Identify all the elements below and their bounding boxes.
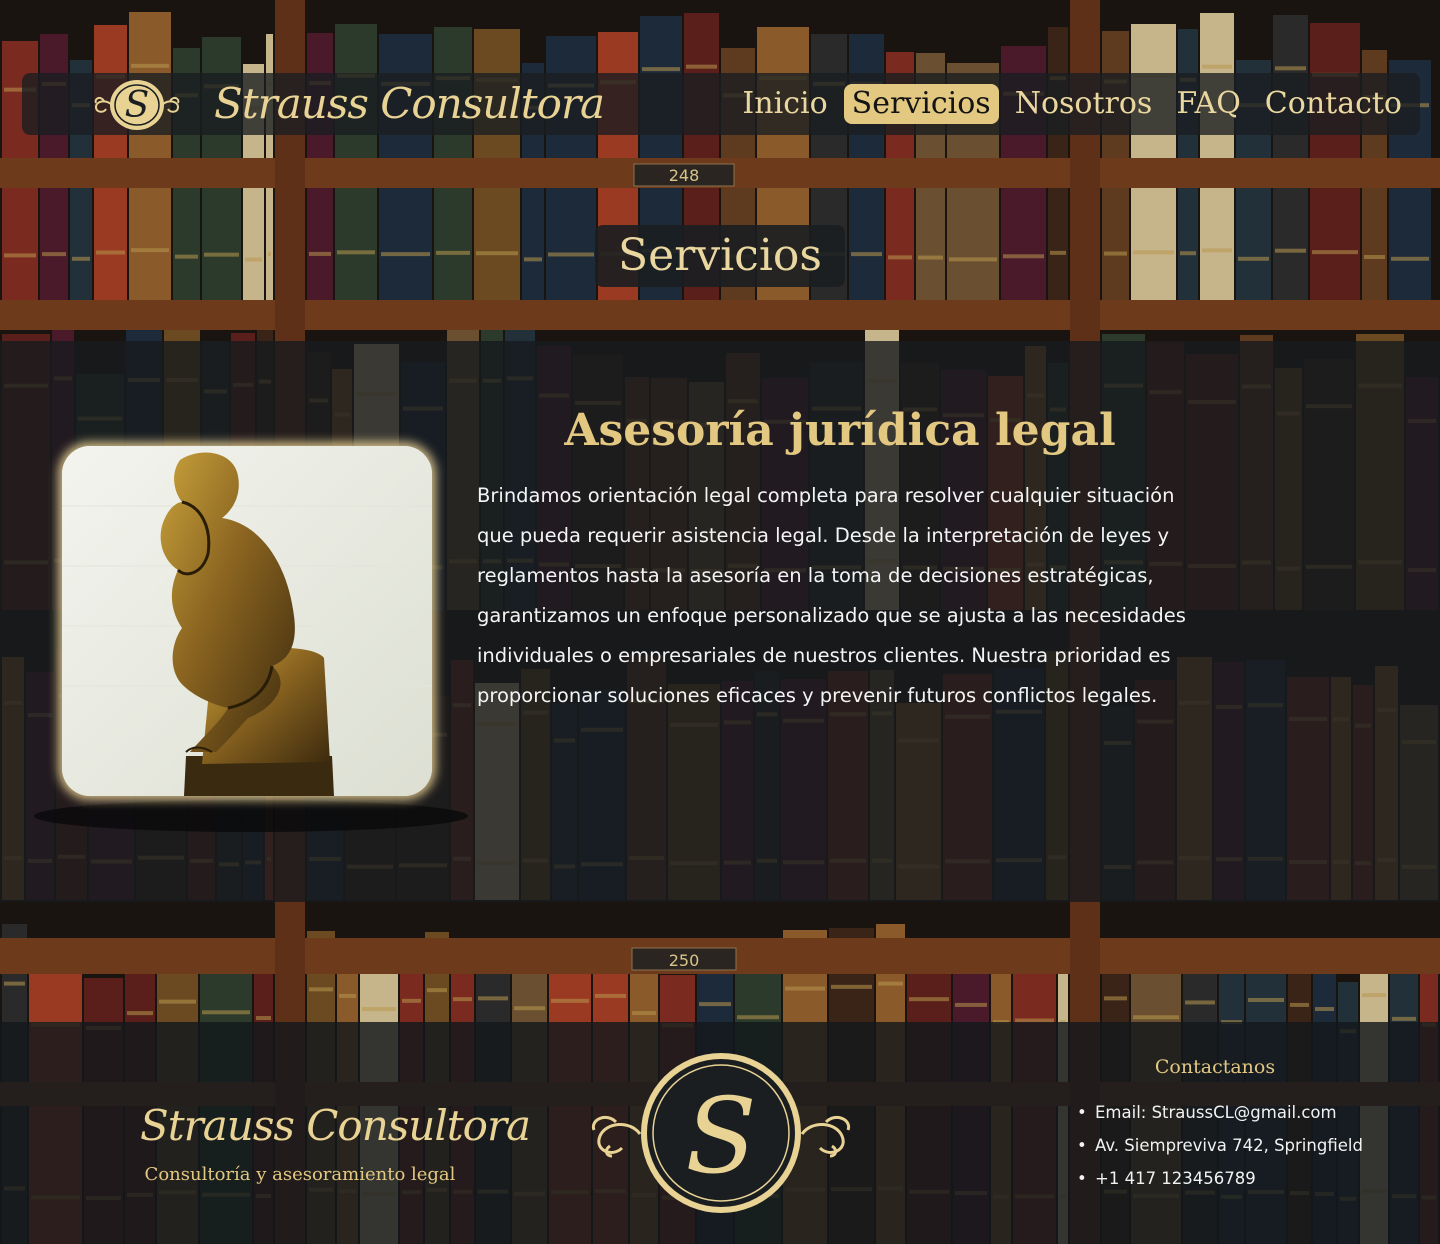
svg-text:248: 248 xyxy=(669,166,700,185)
book-band xyxy=(1238,256,1269,261)
book-spine xyxy=(129,12,171,300)
book-band xyxy=(96,250,125,255)
shelf-label-250: 250 xyxy=(631,947,737,971)
book-band xyxy=(699,1002,731,1007)
book-spine xyxy=(1273,15,1308,300)
book-band xyxy=(1275,66,1306,71)
book-band xyxy=(514,1006,545,1011)
page-title: Servicios xyxy=(595,225,845,287)
book-band xyxy=(72,256,90,261)
book-band xyxy=(202,1010,250,1015)
book-band xyxy=(642,67,680,72)
logo-icon[interactable]: S xyxy=(92,78,182,132)
book-band xyxy=(632,1011,656,1016)
svg-text:S: S xyxy=(125,85,150,126)
book-band xyxy=(453,997,472,1002)
book-band xyxy=(551,998,589,1003)
photo-shadow xyxy=(34,800,468,832)
book-band xyxy=(204,252,239,257)
book-band xyxy=(955,1002,987,1007)
book-band xyxy=(268,252,271,257)
book-band xyxy=(909,997,949,1002)
book-band xyxy=(1003,254,1044,259)
book-band xyxy=(4,253,36,258)
book-band xyxy=(476,251,518,256)
contact-heading: Contactanos xyxy=(1154,1056,1276,1078)
book-band xyxy=(1185,1000,1215,1005)
brand-name[interactable]: Strauss Consultora xyxy=(214,74,605,134)
book-band xyxy=(548,252,594,257)
book-band xyxy=(1275,248,1306,253)
book-band xyxy=(4,981,25,986)
contact-list: Email: StraussCL@gmail.com Av. Siemprevi… xyxy=(1077,1096,1417,1195)
nav-servicios[interactable]: Servicios xyxy=(843,84,999,124)
footer-brand-name: Strauss Consultora xyxy=(140,1101,531,1150)
book-band xyxy=(131,248,169,253)
book-band xyxy=(245,257,262,262)
book-band xyxy=(42,252,66,257)
book-band xyxy=(949,257,997,262)
nav-faq[interactable]: FAQ xyxy=(1168,84,1248,124)
book-band xyxy=(831,984,872,989)
book-band xyxy=(309,987,333,992)
book-band xyxy=(686,64,717,69)
book-band xyxy=(362,1007,396,1012)
book-band xyxy=(1248,998,1284,1002)
book-band xyxy=(402,998,421,1003)
main-nav: Inicio Servicios Nosotros FAQ Contacto xyxy=(734,82,1410,126)
service-description: Brindamos orientación legal completa par… xyxy=(477,484,1186,707)
contact-phone[interactable]: +1 417 123456789 xyxy=(1077,1162,1417,1195)
contact-address: Av. Siempreviva 742, Springfield xyxy=(1077,1129,1417,1162)
book-band xyxy=(131,63,169,68)
book-band xyxy=(1050,250,1066,255)
book-band xyxy=(737,1015,779,1020)
book-band xyxy=(595,993,626,998)
book-band xyxy=(1392,1016,1416,1021)
book-spine xyxy=(1200,13,1234,300)
book-band xyxy=(381,252,430,257)
book-band xyxy=(1180,251,1196,256)
book-band xyxy=(339,993,356,998)
nav-contacto[interactable]: Contacto xyxy=(1257,84,1410,124)
book-band xyxy=(1362,993,1386,998)
nav-nosotros[interactable]: Nosotros xyxy=(1007,84,1161,124)
contact-email[interactable]: Email: StraussCL@gmail.com xyxy=(1077,1096,1417,1129)
svg-text:S: S xyxy=(685,1075,756,1197)
book-band xyxy=(427,988,447,993)
book-band xyxy=(159,999,196,1004)
book-band xyxy=(1391,256,1429,261)
book-band xyxy=(1202,64,1232,69)
book-band xyxy=(1104,996,1127,1001)
shelf-plank xyxy=(0,300,1440,330)
book-band xyxy=(851,252,882,257)
book-band xyxy=(1202,248,1232,253)
book-band xyxy=(524,257,542,262)
book-band xyxy=(888,255,912,260)
book-band xyxy=(918,255,943,260)
service-heading: Asesoría jurídica legal xyxy=(564,405,1116,456)
book-band xyxy=(478,996,508,1001)
book-band xyxy=(436,250,470,255)
footer-logo-icon: S xyxy=(586,1050,856,1216)
nav-inicio[interactable]: Inicio xyxy=(734,84,835,124)
book-band xyxy=(337,250,375,255)
book-band xyxy=(785,986,825,991)
book-band xyxy=(127,1011,153,1016)
book-band xyxy=(256,1016,271,1021)
book-band xyxy=(1364,255,1385,259)
thinker-statue-image xyxy=(62,446,432,796)
book-band xyxy=(1312,250,1358,255)
svg-text:250: 250 xyxy=(669,951,700,970)
footer-tagline: Consultoría y asesoramiento legal xyxy=(144,1164,456,1185)
book-band xyxy=(309,251,331,256)
book-band xyxy=(1133,250,1174,255)
book-band xyxy=(878,981,903,986)
book-band xyxy=(1290,1002,1309,1007)
book-band xyxy=(1104,251,1127,256)
book-band xyxy=(1315,1007,1334,1012)
book-band xyxy=(175,254,198,259)
shelf-label-248: 248 xyxy=(633,163,735,187)
book-band xyxy=(1133,1015,1179,1020)
